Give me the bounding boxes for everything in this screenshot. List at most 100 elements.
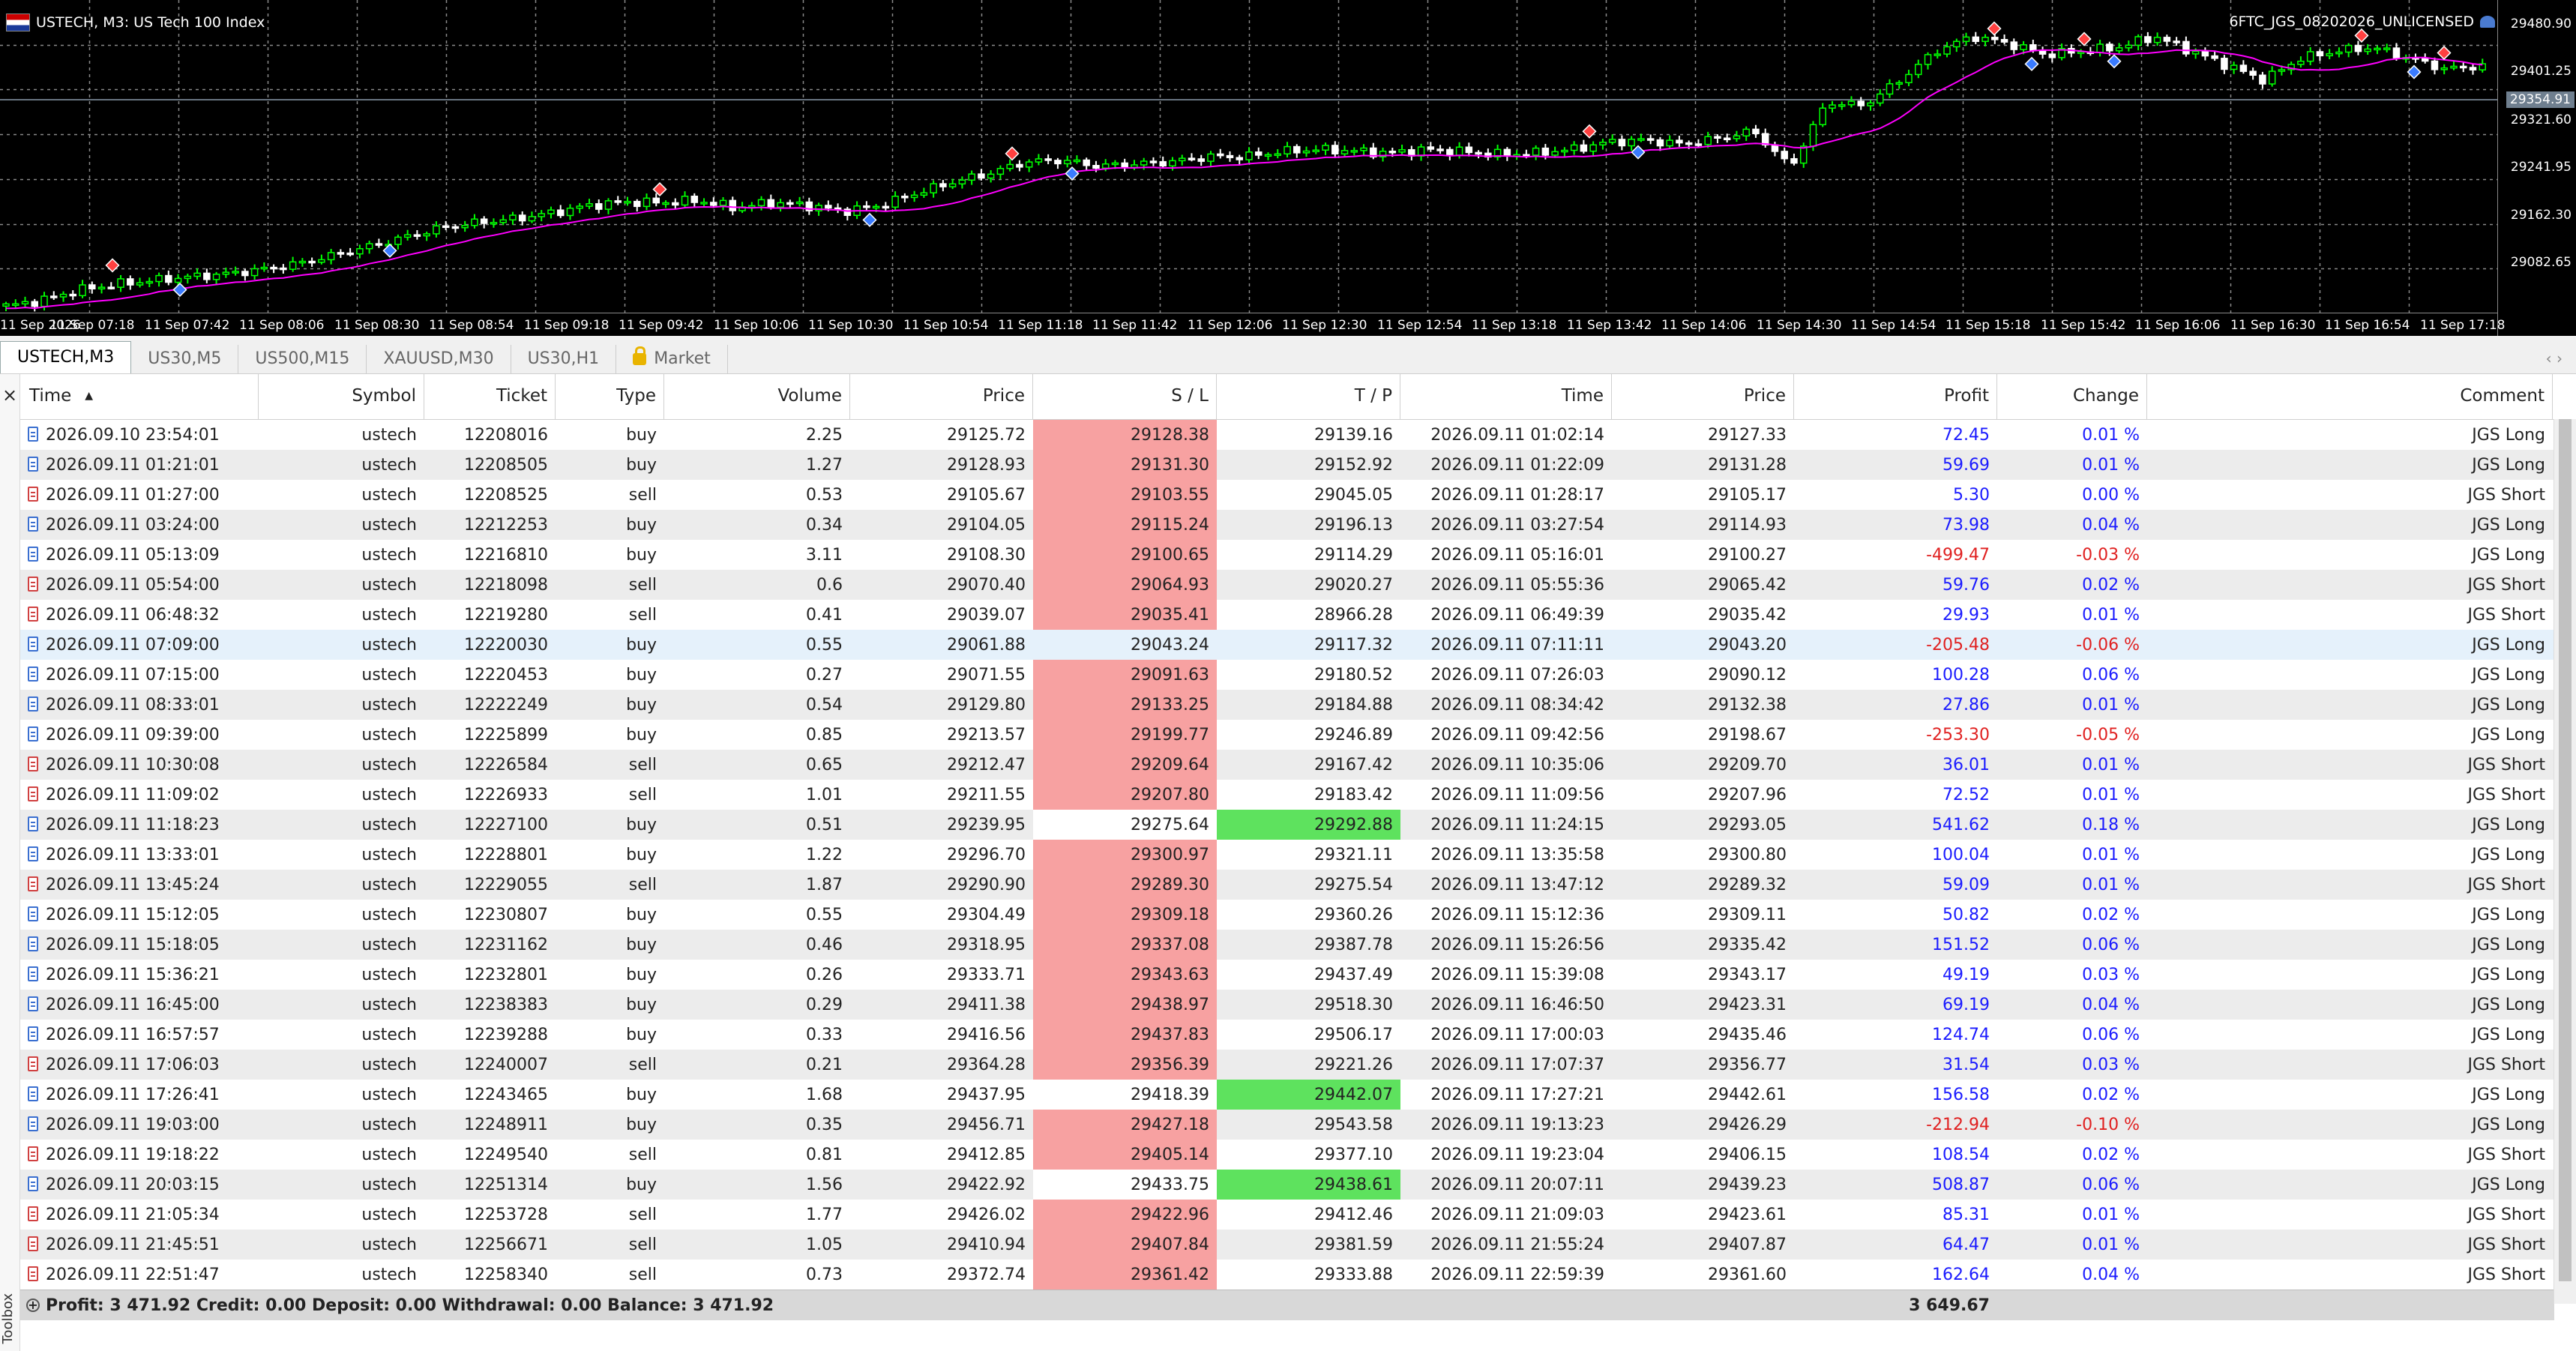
table-row[interactable]: 2026.09.11 06:48:32 ustech 12219280 sell 0.4… xyxy=(20,600,2554,630)
column-header-time[interactable]: Time ▲ xyxy=(20,374,259,419)
cell-time: 2026.09.11 19:03:00 xyxy=(20,1110,259,1140)
cell-sl: 29131.30 xyxy=(1033,450,1217,480)
close-icon[interactable]: × xyxy=(0,385,19,406)
candle-body xyxy=(165,274,172,283)
sell-order-icon xyxy=(28,1146,38,1161)
column-header-profit[interactable]: Profit xyxy=(1794,374,1997,419)
scrollbar-thumb[interactable] xyxy=(2559,419,2572,1281)
table-row[interactable]: 2026.09.11 21:45:51 ustech 12256671 sell 1.0… xyxy=(20,1230,2554,1260)
candle-body xyxy=(1073,159,1081,163)
cell-price: 29290.90 xyxy=(947,876,1026,894)
table-row[interactable]: 2026.09.11 03:24:00 ustech 12212253 buy 0.34… xyxy=(20,510,2554,540)
tab-scroll-arrows-icon[interactable]: ‹ › xyxy=(2533,349,2576,373)
table-row[interactable]: 2026.09.11 07:15:00 ustech 12220453 buy 0.27… xyxy=(20,660,2554,690)
cell-comment: JGS Short xyxy=(2467,1266,2545,1284)
candle-body xyxy=(2077,51,2085,55)
candle-body xyxy=(12,303,19,307)
open-time: 2026.09.11 15:12:05 xyxy=(46,906,220,924)
price-chart[interactable]: USTECH, M3: US Tech 100 Index 6FTC_JGS_0… xyxy=(0,0,2576,336)
table-row[interactable]: 2026.09.11 16:57:57 ustech 12239288 buy 0.33… xyxy=(20,1020,2554,1050)
cell-profit: 156.58 xyxy=(1932,1086,1990,1104)
table-row[interactable]: 2026.09.11 19:03:00 ustech 12248911 buy 0.35… xyxy=(20,1110,2554,1140)
cell-cprice: 29423.31 xyxy=(1708,996,1787,1014)
column-header-volume[interactable]: Volume xyxy=(664,374,850,419)
table-row[interactable]: 2026.09.11 20:03:15 ustech 12251314 buy 1.56… xyxy=(20,1170,2554,1200)
cell-type: sell xyxy=(628,1056,657,1074)
column-header-ticket[interactable]: Ticket xyxy=(424,374,556,419)
column-header-type[interactable]: Type xyxy=(556,374,664,419)
table-row[interactable]: 2026.09.11 01:27:00 ustech 12208525 sell 0.5… xyxy=(20,480,2554,510)
table-row[interactable]: 2026.09.11 15:18:05 ustech 12231162 buy 0.46… xyxy=(20,930,2554,960)
cell-change: 0.03 % xyxy=(2082,966,2140,984)
column-header-ctime[interactable]: Time xyxy=(1400,374,1612,419)
cell-ticket: 12219280 xyxy=(464,606,548,625)
chart-tab-us30-h1[interactable]: US30,H1 xyxy=(511,345,617,373)
column-header-price[interactable]: Price xyxy=(850,374,1033,419)
table-row[interactable]: 2026.09.11 07:09:00 ustech 12220030 buy 0.55… xyxy=(20,630,2554,660)
table-row[interactable]: 2026.09.11 17:26:41 ustech 12243465 buy 1.68… xyxy=(20,1080,2554,1110)
chart-tab-us500-m15[interactable]: US500,M15 xyxy=(238,345,367,373)
candle-body xyxy=(490,222,498,225)
cell-ticket: 12230807 xyxy=(464,906,548,924)
chart-tab-ustech-m3[interactable]: USTECH,M3 xyxy=(0,341,132,373)
expand-plus-icon[interactable]: + xyxy=(26,1299,40,1312)
table-row[interactable]: 2026.09.11 05:54:00 ustech 12218098 sell 0.6… xyxy=(20,570,2554,600)
cell-symbol: ustech xyxy=(361,996,417,1014)
chart-tab-xauusd-m30[interactable]: XAUUSD,M30 xyxy=(367,345,511,373)
cell-ticket: 12258340 xyxy=(464,1266,548,1284)
column-header-cprice[interactable]: Price xyxy=(1612,374,1794,419)
column-header-comment[interactable]: Comment xyxy=(2147,374,2553,419)
cell-ticket: 12208505 xyxy=(464,456,548,475)
candle-body xyxy=(289,261,297,270)
table-row[interactable]: 2026.09.11 19:18:22 ustech 12249540 sell 0.8… xyxy=(20,1140,2554,1170)
cell-ticket: 12226933 xyxy=(464,786,548,804)
time-axis[interactable]: 11 Sep 2026 11 Sep 07:18 11 Sep 07:42 11 Se… xyxy=(0,313,2505,336)
cell-price: 29213.57 xyxy=(947,726,1026,744)
open-time: 2026.09.11 21:05:34 xyxy=(46,1206,220,1224)
cell-time: 2026.09.11 17:26:41 xyxy=(20,1080,259,1110)
table-row[interactable]: 2026.09.11 13:45:24 ustech 12229055 sell 1.8… xyxy=(20,870,2554,900)
table-row[interactable]: 2026.09.11 01:21:01 ustech 12208505 buy 1.27… xyxy=(20,450,2554,480)
cell-ctime: 2026.09.11 07:11:11 xyxy=(1430,636,1604,655)
candle-body xyxy=(2306,51,2314,62)
table-row[interactable]: 2026.09.11 21:05:34 ustech 12253728 sell 1.7… xyxy=(20,1200,2554,1230)
table-row[interactable]: 2026.09.11 08:33:01 ustech 12222249 buy 0.54… xyxy=(20,690,2554,720)
chart-tab-us30-m5[interactable]: US30,M5 xyxy=(131,345,239,373)
table-row[interactable]: 2026.09.11 10:30:08 ustech 12226584 sell 0.6… xyxy=(20,750,2554,780)
candle-body xyxy=(145,280,154,284)
chart-tab-market[interactable]: Market xyxy=(616,345,728,373)
column-header-sl[interactable]: S / L xyxy=(1033,374,1217,419)
price-axis[interactable]: 29354.91 29480.90 29401.25 29321.60 29241.9… xyxy=(2497,0,2576,336)
table-row[interactable]: 2026.09.11 11:09:02 ustech 12226933 sell 1.0… xyxy=(20,780,2554,810)
candle-body xyxy=(1676,139,1683,144)
cell-type: buy xyxy=(626,426,657,445)
candle-body xyxy=(241,271,249,277)
candle-body xyxy=(1293,145,1301,154)
expert-hat-icon xyxy=(2480,16,2495,28)
table-row[interactable]: 2026.09.11 05:13:09 ustech 12216810 buy 3.11… xyxy=(20,540,2554,570)
table-row[interactable]: 2026.09.11 09:39:00 ustech 12225899 buy 0.85… xyxy=(20,720,2554,750)
column-header-tp[interactable]: T / P xyxy=(1217,374,1400,419)
cell-time: 2026.09.11 22:51:47 xyxy=(20,1260,259,1290)
cell-type: buy xyxy=(626,906,657,924)
cell-tp: 29387.78 xyxy=(1314,936,1393,954)
table-row[interactable]: 2026.09.10 23:54:01 ustech 12208016 buy 2.25… xyxy=(20,420,2554,450)
vertical-scrollbar[interactable] xyxy=(2554,419,2576,1304)
candle-body xyxy=(1809,124,1817,147)
cell-cprice: 29065.42 xyxy=(1708,576,1787,595)
table-row[interactable]: 2026.09.11 22:51:47 ustech 12258340 sell 0.7… xyxy=(20,1260,2554,1290)
cell-time: 2026.09.11 07:15:00 xyxy=(20,660,259,690)
table-row[interactable]: 2026.09.11 16:45:00 ustech 12238383 buy 0.29… xyxy=(20,990,2554,1020)
candle-body xyxy=(193,272,201,277)
column-header-symbol[interactable]: Symbol xyxy=(259,374,424,419)
table-row[interactable]: 2026.09.11 13:33:01 ustech 12228801 buy 1.22… xyxy=(20,840,2554,870)
expert-advisor-label[interactable]: 6FTC_JGS_08202026_UNLICENSED xyxy=(2229,13,2495,30)
table-row[interactable]: 2026.09.11 11:18:23 ustech 12227100 buy 0.51… xyxy=(20,810,2554,840)
cell-volume: 0.51 xyxy=(806,816,843,834)
table-row[interactable]: 2026.09.11 15:12:05 ustech 12230807 buy 0.55… xyxy=(20,900,2554,930)
table-row[interactable]: 2026.09.11 15:36:21 ustech 12232801 buy 0.26… xyxy=(20,960,2554,990)
time-axis-label: 11 Sep 14:54 xyxy=(1851,318,1936,333)
column-header-change[interactable]: Change xyxy=(1997,374,2147,419)
cell-change: 0.06 % xyxy=(2082,1026,2140,1044)
table-row[interactable]: 2026.09.11 17:06:03 ustech 12240007 sell 0.2… xyxy=(20,1050,2554,1080)
